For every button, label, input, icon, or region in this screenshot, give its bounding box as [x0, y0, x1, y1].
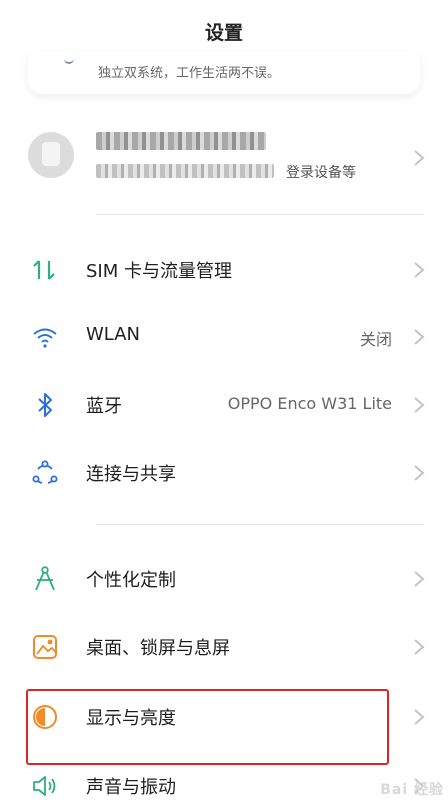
wlan-label: WLAN	[86, 324, 141, 345]
desktop-lock-label: 桌面、锁屏与息屏	[86, 638, 230, 659]
chevron-right-icon	[414, 329, 425, 345]
dual-system-card[interactable]: 独立双系统，工作生活两不误。	[28, 52, 420, 94]
chevron-right-icon	[414, 639, 425, 655]
account-id-blurred	[96, 164, 274, 178]
chevron-right-icon	[414, 397, 425, 413]
chevron-right-icon	[414, 150, 425, 166]
bluetooth-device: OPPO Enco W31 Lite	[227, 394, 392, 413]
dual-system-subtitle: 独立双系统，工作生活两不误。	[98, 66, 281, 81]
account-info-suffix: 登录设备等	[286, 165, 356, 181]
personalize-row[interactable]: 个性化定制	[0, 545, 448, 611]
chevron-right-icon	[414, 465, 425, 481]
bluetooth-label: 蓝牙	[86, 396, 122, 417]
sound-vibration-label: 声音与振动	[86, 777, 176, 798]
connection-share-icon	[32, 460, 58, 484]
connection-share-label: 连接与共享	[86, 464, 176, 485]
wlan-status: 关闭	[359, 330, 392, 349]
dual-system-icon	[64, 58, 74, 64]
account-name-blurred	[96, 132, 266, 150]
divider	[96, 524, 424, 525]
sim-data-label: SIM 卡与流量管理	[86, 261, 232, 282]
chevron-right-icon	[414, 262, 425, 278]
bluetooth-icon	[38, 393, 52, 417]
wlan-row[interactable]: WLAN 关闭	[0, 303, 448, 369]
personalize-icon	[35, 566, 55, 591]
chevron-right-icon	[414, 709, 425, 725]
avatar	[28, 132, 74, 178]
sim-data-row[interactable]: SIM 卡与流量管理	[0, 236, 448, 302]
desktop-lock-row[interactable]: 桌面、锁屏与息屏	[0, 613, 448, 679]
bluetooth-row[interactable]: 蓝牙 OPPO Enco W31 Lite	[0, 371, 448, 437]
sound-vibration-icon	[33, 776, 56, 796]
account-row[interactable]: 登录设备等	[0, 118, 448, 200]
watermark: Bai 经验	[380, 782, 444, 798]
page-title: 设置	[204, 22, 243, 44]
wifi-icon	[33, 328, 57, 348]
desktop-lock-icon	[33, 635, 57, 659]
chevron-right-icon	[414, 571, 425, 587]
connection-share-row[interactable]: 连接与共享	[0, 439, 448, 505]
divider	[96, 214, 424, 215]
sim-data-icon	[33, 260, 55, 280]
personalize-label: 个性化定制	[86, 570, 176, 591]
